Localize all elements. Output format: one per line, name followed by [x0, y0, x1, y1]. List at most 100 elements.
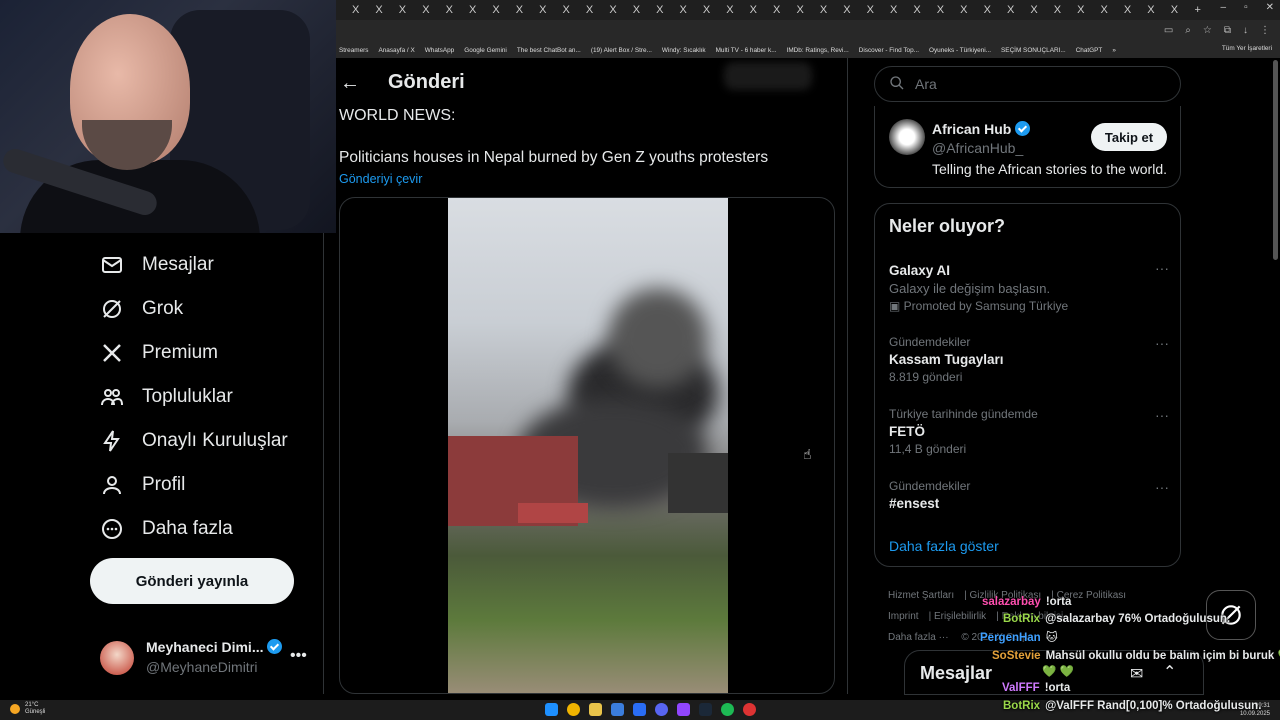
browser-tab[interactable]: X	[1116, 4, 1139, 16]
browser-tab[interactable]: X	[555, 4, 578, 16]
weather-widget[interactable]: 21°C Güneşli	[25, 702, 45, 716]
search-input[interactable]: Ara	[915, 76, 937, 92]
trend-item[interactable]: Gündemdekiler #ensest ···	[889, 479, 1169, 511]
page-scrollbar[interactable]	[1273, 60, 1278, 260]
cast-icon[interactable]: ▭	[1164, 25, 1173, 36]
browser-tab[interactable]: X	[1139, 4, 1162, 16]
translate-link[interactable]: Gönderiyi çevir	[339, 172, 422, 186]
sidebar-item-verified-orgs[interactable]: Onaylı Kuruluşlar	[100, 429, 288, 453]
browser-tab[interactable]: X	[648, 4, 671, 16]
bookmark[interactable]: ChatGPT	[1076, 47, 1103, 54]
trend-more-icon[interactable]: ···	[1155, 335, 1169, 351]
bookmark[interactable]: Streamers	[339, 47, 368, 54]
trend-item[interactable]: Gündemdekiler Kassam Tugayları 8.819 gön…	[889, 335, 1169, 384]
maximize-icon[interactable]: ▫	[1244, 2, 1248, 13]
browser-tab[interactable]: X	[882, 4, 905, 16]
file-explorer-icon[interactable]	[589, 703, 602, 716]
back-arrow-icon[interactable]: ←	[340, 72, 360, 95]
browser-tab[interactable]: X	[461, 4, 484, 16]
browser-tab[interactable]: X	[531, 4, 554, 16]
browser-tab[interactable]: X	[742, 4, 765, 16]
browser-tab[interactable]: X	[859, 4, 882, 16]
bookmark[interactable]: The best ChatBot an...	[517, 47, 581, 54]
trend-more-icon[interactable]: ···	[1155, 407, 1169, 423]
twitch-icon[interactable]	[677, 703, 690, 716]
star-icon[interactable]: ☆	[1203, 25, 1212, 36]
footer-link[interactable]: Imprint	[888, 611, 919, 622]
profile-name[interactable]: African Hub	[932, 121, 1011, 137]
new-tab-button[interactable]: +	[1186, 4, 1209, 16]
browser-tab[interactable]: X	[344, 4, 367, 16]
post-button[interactable]: Gönderi yayınla	[90, 558, 294, 604]
browser-tab[interactable]: X	[1069, 4, 1092, 16]
zoom-icon[interactable]: ⌕	[1185, 25, 1191, 36]
browser-tab[interactable]: X	[438, 4, 461, 16]
tweet-video[interactable]	[339, 197, 835, 694]
browser-tab[interactable]: X	[1046, 4, 1069, 16]
browser-tab[interactable]: X	[601, 4, 624, 16]
trend-item[interactable]: Türkiye tarihinde gündemde FETÖ 11,4 B g…	[889, 407, 1169, 456]
app-icon[interactable]	[611, 703, 624, 716]
bookmark[interactable]: (19) Alert Box / Stre...	[591, 47, 652, 54]
bookmark[interactable]: Google Gemini	[464, 47, 507, 54]
bookmark[interactable]: Oyuneks - Türkiyeni...	[929, 47, 991, 54]
windows-start-icon[interactable]	[545, 703, 558, 716]
trend-more-icon[interactable]: ···	[1155, 479, 1169, 495]
profile-avatar[interactable]	[889, 119, 925, 155]
bookmark[interactable]: WhatsApp	[425, 47, 454, 54]
close-icon[interactable]: ✕	[1266, 2, 1274, 13]
sidebar-item-profile[interactable]: Profil	[100, 473, 185, 497]
bookmark[interactable]: IMDb: Ratings, Revi...	[787, 47, 849, 54]
browser-tab[interactable]: X	[508, 4, 531, 16]
app-icon[interactable]	[633, 703, 646, 716]
browser-tab[interactable]: X	[484, 4, 507, 16]
extension-icon[interactable]: ⧉	[1224, 25, 1231, 36]
follow-button[interactable]: Takip et	[1091, 123, 1167, 151]
browser-tab[interactable]: X	[391, 4, 414, 16]
browser-tab[interactable]: X	[835, 4, 858, 16]
browser-tab[interactable]: X	[999, 4, 1022, 16]
app-icon[interactable]	[743, 703, 756, 716]
discord-icon[interactable]	[655, 703, 668, 716]
bookmark[interactable]: Discover - Find Top...	[859, 47, 919, 54]
browser-tab[interactable]: X	[1093, 4, 1116, 16]
sidebar-item-more[interactable]: Daha fazla	[100, 517, 233, 541]
browser-tab[interactable]: X	[414, 4, 437, 16]
browser-tab[interactable]: X	[765, 4, 788, 16]
spotify-icon[interactable]	[721, 703, 734, 716]
sidebar-item-grok[interactable]: Grok	[100, 297, 183, 321]
browser-tab[interactable]: X	[367, 4, 390, 16]
all-bookmarks[interactable]: Tüm Yer İşaretleri	[1222, 45, 1272, 52]
browser-tab[interactable]: X	[905, 4, 928, 16]
browser-tab[interactable]: X	[625, 4, 648, 16]
minimize-icon[interactable]: –	[1221, 2, 1227, 13]
show-more-link[interactable]: Daha fazla göster	[889, 538, 999, 554]
steam-icon[interactable]	[699, 703, 712, 716]
sidebar-item-premium[interactable]: Premium	[100, 341, 218, 365]
footer-link[interactable]: Erişilebilirlik	[934, 611, 986, 622]
browser-tab[interactable]: X	[578, 4, 601, 16]
bookmarks-overflow[interactable]: »	[1112, 47, 1116, 54]
chrome-icon[interactable]	[567, 703, 580, 716]
account-more-icon[interactable]: •••	[290, 647, 307, 665]
sidebar-item-communities[interactable]: Topluluklar	[100, 385, 233, 409]
browser-tab[interactable]: X	[1163, 4, 1186, 16]
browser-tab[interactable]: X	[671, 4, 694, 16]
browser-tab[interactable]: X	[695, 4, 718, 16]
bookmark[interactable]: SEÇİM SONUÇLARI...	[1001, 47, 1066, 54]
browser-tab[interactable]: X	[952, 4, 975, 16]
new-message-icon[interactable]: ✉	[1130, 664, 1143, 684]
browser-tab[interactable]: X	[929, 4, 952, 16]
account-switcher[interactable]: Meyhaneci Dimi... @MeyhaneDimitri •••	[100, 635, 310, 685]
trend-more-icon[interactable]: ···	[1155, 260, 1169, 276]
browser-tab[interactable]: X	[1022, 4, 1045, 16]
bookmark[interactable]: Multi TV - 6 haber k...	[716, 47, 777, 54]
footer-link[interactable]: Hizmet Şartları	[888, 590, 954, 601]
footer-link[interactable]: Daha fazla ···	[888, 632, 949, 643]
browser-tab[interactable]: X	[788, 4, 811, 16]
bookmark[interactable]: Windy: Sıcaklık	[662, 47, 706, 54]
trend-item[interactable]: Galaxy AI Galaxy ile değişim başlasın. ▣…	[889, 260, 1169, 313]
search-bar[interactable]: Ara	[874, 66, 1181, 102]
browser-tab[interactable]: X	[976, 4, 999, 16]
menu-icon[interactable]: ⋮	[1260, 25, 1270, 36]
